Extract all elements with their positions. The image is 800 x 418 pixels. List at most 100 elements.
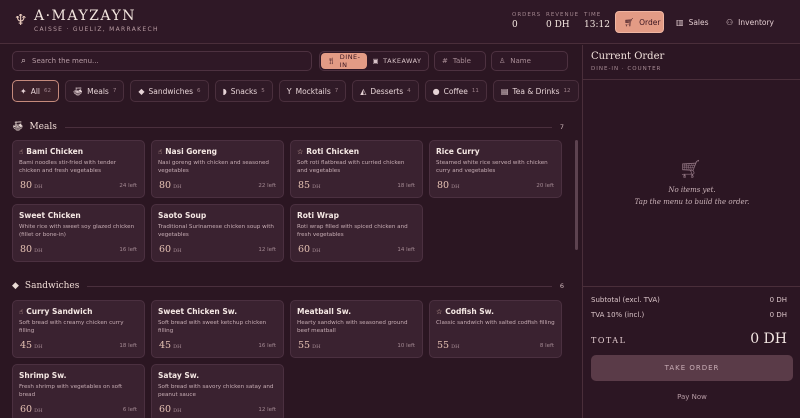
item-name: Sweet Chicken <box>19 211 81 220</box>
order-subtitle: DINE-IN · COUNTER <box>591 66 662 72</box>
item-name-row: Roti Wrap <box>297 211 416 220</box>
category-mocktails[interactable]: Y Mocktails 7 <box>278 80 347 102</box>
stock-left: 18 left <box>397 183 415 189</box>
menu-item-card[interactable]: Sweet Chicken White rice with sweet soy g… <box>12 204 145 262</box>
empty-hint: Tap the menu to build the order. <box>634 198 750 206</box>
item-price: 60 DH <box>298 244 320 255</box>
menu-item-card[interactable]: Saoto Soup Traditional Surinamese chicken… <box>151 204 284 262</box>
item-price: 80 DH <box>437 180 459 191</box>
divider <box>87 285 552 287</box>
item-description: White rice with sweet soy glazed chicken… <box>19 224 135 238</box>
stock-left: 12 left <box>258 247 276 253</box>
item-name: Rice Curry <box>436 147 480 156</box>
category-sandwiches[interactable]: ◆ Sandwiches 6 <box>130 80 209 102</box>
category-label: Coffee <box>443 86 468 96</box>
category-tea-drinks[interactable]: ▤ Tea & Drinks 12 <box>492 80 579 102</box>
subtotal-value: 0 DH <box>769 296 787 304</box>
currency: DH <box>173 248 182 254</box>
currency: DH <box>312 344 321 350</box>
drumstick-icon: ◗ <box>222 86 227 96</box>
stock-left: 14 left <box>397 247 415 253</box>
bowl-icon: 🍜︎ <box>73 86 84 96</box>
price-value: 80 <box>20 180 33 191</box>
take-order-button[interactable]: TAKE ORDER <box>591 355 793 381</box>
menu-item-card[interactable]: ☆ Codfish Sw. Classic sandwich with salted… <box>429 300 562 358</box>
dine-in-button[interactable]: 🍴︎ DINE-IN <box>321 53 367 69</box>
table-field[interactable]: # Table <box>434 51 486 71</box>
search-input[interactable]: ⌕ Search the menu... <box>12 51 312 71</box>
stock-left: 10 left <box>397 343 415 349</box>
divider <box>583 79 800 80</box>
stock-left: 18 left <box>119 343 137 349</box>
takeaway-button[interactable]: ▣ TAKEAWAY <box>367 53 428 69</box>
currency: DH <box>34 184 43 190</box>
total-label: TOTAL <box>591 336 627 345</box>
section-count: 7 <box>559 123 564 131</box>
pay-now-button[interactable]: Pay Now <box>583 393 800 401</box>
item-description: Nasi goreng with chicken and seasoned ve… <box>158 160 269 174</box>
stock-left: 24 left <box>119 183 137 189</box>
item-description: Fresh shrimp with vegetables on soft bre… <box>19 384 123 398</box>
stat-label: ORDERS <box>512 12 542 18</box>
name-field[interactable]: ♙ Name <box>491 51 568 71</box>
menu-item-card[interactable]: ☝ Bami Chicken Bami noodles stir-fried wit… <box>12 140 145 198</box>
cup-icon: ▤ <box>500 86 509 96</box>
menu-item-card[interactable]: Rice Curry Steamed white rice served with… <box>429 140 562 198</box>
item-price: 55 DH <box>298 340 320 351</box>
item-name-row: Saoto Soup <box>158 211 277 220</box>
currency: DH <box>451 344 460 350</box>
takeaway-label: TAKEAWAY <box>383 57 422 65</box>
price-value: 60 <box>159 244 172 255</box>
category-snacks[interactable]: ◗ Snacks 5 <box>214 80 273 102</box>
item-price: 60 DH <box>159 404 181 415</box>
price-value: 45 <box>159 340 172 351</box>
cocktail-icon: Y <box>286 86 292 96</box>
menu-item-card[interactable]: Meatball Sw. Hearty sandwich with seasone… <box>290 300 423 358</box>
category-count: 5 <box>261 88 265 94</box>
price-value: 45 <box>20 340 33 351</box>
menu-item-card[interactable]: Sweet Chicken Sw. Soft bread with sweet k… <box>151 300 284 358</box>
item-name: Sweet Chicken Sw. <box>158 307 238 316</box>
nav-order-button[interactable]: 🛒︎ Order <box>615 11 664 33</box>
currency: DH <box>451 184 460 190</box>
category-desserts[interactable]: ◭ Desserts 4 <box>352 80 419 102</box>
user-icon: ♙ <box>499 57 506 65</box>
menu-item-card[interactable]: ☝ Curry Sandwich Soft bread with creamy ch… <box>12 300 145 358</box>
menu-item-card[interactable]: ☆ Roti Chicken Soft roti flatbread with cu… <box>290 140 423 198</box>
category-meals[interactable]: 🍜︎ Meals 7 <box>65 80 125 102</box>
item-price: 55 DH <box>437 340 459 351</box>
star-icon: ☆ <box>436 307 443 316</box>
tva-value: 0 DH <box>769 311 787 319</box>
menu-item-card[interactable]: Shrimp Sw. Fresh shrimp with vegetables o… <box>12 364 145 418</box>
sandwich-icon: ◆ <box>138 86 145 96</box>
menu-item-card[interactable]: ☝ Nasi Goreng Nasi goreng with chicken and… <box>151 140 284 198</box>
price-value: 55 <box>298 340 311 351</box>
price-value: 55 <box>437 340 450 351</box>
nav-inventory-button[interactable]: ⚇ Inventory <box>718 11 780 33</box>
item-name-row: Rice Curry <box>436 147 555 156</box>
cart-icon: 🛒︎ <box>679 159 702 180</box>
dine-in-label: DINE-IN <box>339 53 361 69</box>
scrollbar[interactable] <box>575 140 578 250</box>
item-price: 85 DH <box>298 180 320 191</box>
item-name: Bami Chicken <box>26 147 84 156</box>
item-name: Roti Chicken <box>306 147 360 156</box>
category-coffee[interactable]: ● Coffee 11 <box>424 80 487 102</box>
people-icon: ⚇ <box>726 17 734 27</box>
category-count: 11 <box>471 88 479 94</box>
coffee-icon: ● <box>432 86 440 96</box>
menu-item-card[interactable]: Roti Wrap Roti wrap filled with spiced ch… <box>290 204 423 262</box>
item-price: 45 DH <box>20 340 42 351</box>
item-name-row: ☝ Curry Sandwich <box>19 307 138 316</box>
star-icon: ☆ <box>297 147 304 156</box>
category-label: All <box>30 86 41 96</box>
item-price: 60 DH <box>159 244 181 255</box>
stock-left: 8 left <box>539 343 554 349</box>
total-value: 0 DH <box>750 331 787 347</box>
category-all[interactable]: ✦ All 62 <box>12 80 60 102</box>
category-count: 12 <box>563 88 571 94</box>
nav-sales-button[interactable]: ▥ Sales <box>668 11 716 33</box>
menu-item-card[interactable]: Satay Sw. Soft bread with savory chicken … <box>151 364 284 418</box>
sparkle-icon: ✦ <box>20 86 27 96</box>
stat-label: REVENUE <box>546 12 580 18</box>
